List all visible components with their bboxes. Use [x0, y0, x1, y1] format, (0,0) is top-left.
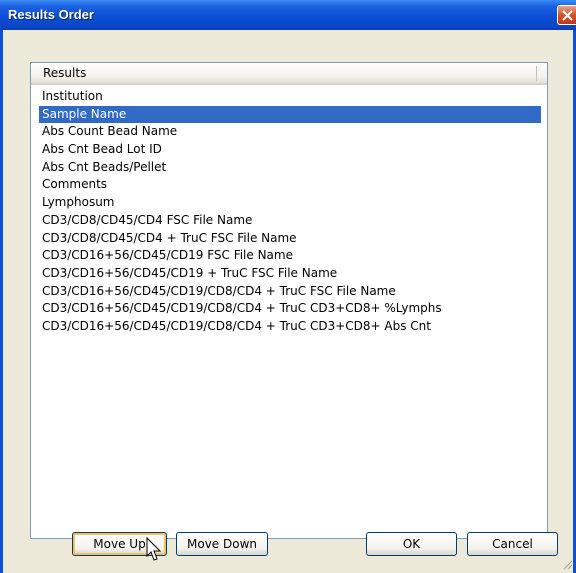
- list-item[interactable]: Comments: [39, 176, 541, 194]
- list-column-header[interactable]: Results: [31, 63, 547, 85]
- list-item[interactable]: Institution: [39, 88, 541, 106]
- list-item[interactable]: CD3/CD8/CD45/CD4 FSC File Name: [39, 212, 541, 230]
- window-title: Results Order: [8, 7, 94, 22]
- list-item[interactable]: CD3/CD16+56/CD45/CD19/CD8/CD4 + TruC CD3…: [39, 318, 541, 336]
- close-icon: [562, 10, 573, 21]
- results-list: Institution Sample Name Abs Count Bead Nam…: [39, 88, 541, 336]
- list-item[interactable]: Abs Cnt Bead Lot ID: [39, 141, 541, 159]
- resize-grip-icon[interactable]: [561, 558, 573, 570]
- results-listbox[interactable]: Results Institution Sample Name Abs Count …: [30, 62, 548, 539]
- list-item[interactable]: CD3/CD16+56/CD45/CD19 FSC File Name: [39, 247, 541, 265]
- list-item[interactable]: CD3/CD16+56/CD45/CD19 + TruC FSC File Na…: [39, 265, 541, 283]
- list-item[interactable]: Sample Name: [39, 105, 541, 124]
- column-divider[interactable]: [536, 66, 537, 81]
- cancel-button[interactable]: Cancel: [467, 532, 558, 556]
- close-button[interactable]: [557, 5, 576, 25]
- results-column-label: Results: [43, 66, 87, 80]
- list-item[interactable]: Abs Count Bead Name: [39, 123, 541, 141]
- list-item[interactable]: Abs Cnt Beads/Pellet: [39, 159, 541, 177]
- list-item[interactable]: CD3/CD8/CD45/CD4 + TruC FSC File Name: [39, 230, 541, 248]
- list-item[interactable]: Lymphosum: [39, 194, 541, 212]
- ok-button[interactable]: OK: [366, 532, 457, 556]
- list-item[interactable]: CD3/CD16+56/CD45/CD19/CD8/CD4 + TruC CD3…: [39, 300, 541, 318]
- window-frame-left: [0, 30, 3, 573]
- move-down-button[interactable]: Move Down: [176, 532, 268, 556]
- list-item[interactable]: CD3/CD16+56/CD45/CD19/CD8/CD4 + TruC FSC…: [39, 283, 541, 301]
- title-bar[interactable]: Results Order: [0, 0, 576, 30]
- mouse-pointer-icon: [146, 537, 162, 561]
